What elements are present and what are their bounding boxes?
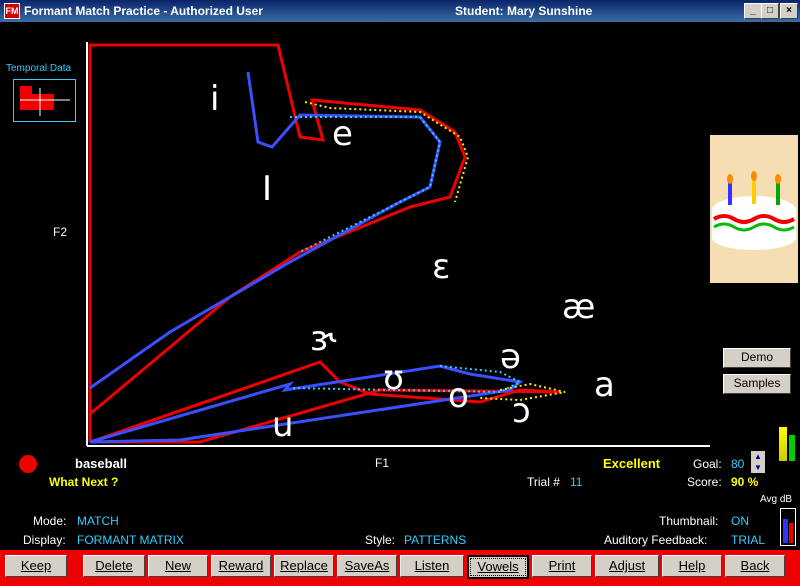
saveas-button[interactable]: SaveAs	[337, 555, 397, 577]
target-word: baseball	[75, 456, 128, 471]
title-bar: FM Formant Match Practice - Authorized U…	[0, 0, 800, 22]
f1-axis-label: F1	[375, 456, 390, 470]
adjust-button[interactable]: Adjust	[595, 555, 659, 577]
thumbnail-value[interactable]: ON	[731, 514, 749, 528]
thumbnail-label: Thumbnail:	[659, 514, 719, 528]
minimize-button[interactable]: _	[744, 3, 762, 19]
style-value[interactable]: PATTERNS	[404, 533, 466, 547]
vowel-i: i	[210, 79, 219, 119]
display-label: Display:	[23, 533, 66, 547]
formant-plot[interactable]: i e I ɛ æ ɝ ə ʊ o a u ɔ	[0, 22, 710, 452]
record-indicator-icon[interactable]	[19, 455, 37, 473]
avg-db-label: Avg dB	[760, 494, 793, 505]
vowel-a: a	[594, 365, 615, 405]
vowel-upsilon: ʊ	[383, 358, 404, 398]
listen-button[interactable]: Listen	[400, 555, 464, 577]
mode-value[interactable]: MATCH	[77, 514, 119, 528]
style-label: Style:	[365, 533, 396, 547]
student-name: Student: Mary Sunshine	[455, 4, 593, 18]
goal-value: 80	[731, 457, 745, 471]
score-label: Score:	[687, 475, 722, 489]
level-meter-icon	[777, 425, 797, 461]
vowel-er: ɝ	[310, 319, 337, 359]
trial-value: 11	[570, 475, 583, 489]
vowel-epsilon: ɛ	[432, 247, 450, 287]
delete-button[interactable]: Delete	[83, 555, 145, 577]
samples-button[interactable]: Samples	[723, 374, 791, 394]
print-button[interactable]: Print	[532, 555, 592, 577]
vowel-e: e	[332, 114, 353, 154]
bottom-toolbar: Keep Delete New Reward Replace SaveAs Li…	[0, 550, 800, 586]
new-button[interactable]: New	[148, 555, 208, 577]
spin-up-icon[interactable]: ▲	[751, 451, 765, 462]
help-button[interactable]: Help	[662, 555, 722, 577]
what-next-link[interactable]: What Next ?	[49, 475, 118, 489]
keep-button[interactable]: Keep	[5, 555, 67, 577]
trial-label: Trial #	[527, 475, 560, 489]
back-button[interactable]: Back	[725, 555, 785, 577]
rating-text: Excellent	[603, 456, 661, 471]
vowel-schwa: ə	[500, 337, 521, 377]
avg-db-meter-icon	[780, 508, 796, 546]
reward-button[interactable]: Reward	[211, 555, 271, 577]
replace-button[interactable]: Replace	[274, 555, 334, 577]
feedback-value[interactable]: TRIAL	[731, 533, 765, 547]
vowel-ae: æ	[562, 287, 595, 327]
reward-cake-image	[710, 135, 798, 283]
spin-down-icon[interactable]: ▼	[751, 462, 765, 473]
display-value[interactable]: FORMANT MATRIX	[77, 533, 184, 547]
maximize-button[interactable]: □	[761, 3, 779, 19]
f2-axis-label: F2	[53, 225, 68, 239]
mode-label: Mode:	[33, 514, 67, 528]
vowel-open-o: ɔ	[512, 391, 531, 431]
feedback-label: Auditory Feedback:	[604, 533, 708, 547]
close-button[interactable]: ×	[780, 3, 798, 19]
demo-button[interactable]: Demo	[723, 348, 791, 368]
app-icon: FM	[4, 3, 20, 19]
goal-spinner[interactable]: ▲ ▼	[751, 451, 765, 473]
score-value: 90 %	[731, 475, 759, 489]
vowel-u: u	[272, 405, 294, 445]
window-title: Formant Match Practice - Authorized User	[24, 4, 263, 18]
vowels-button[interactable]: Vowels	[467, 555, 529, 579]
goal-label: Goal:	[693, 457, 722, 471]
vowel-o: o	[448, 376, 469, 416]
vowel-I: I	[262, 169, 272, 209]
